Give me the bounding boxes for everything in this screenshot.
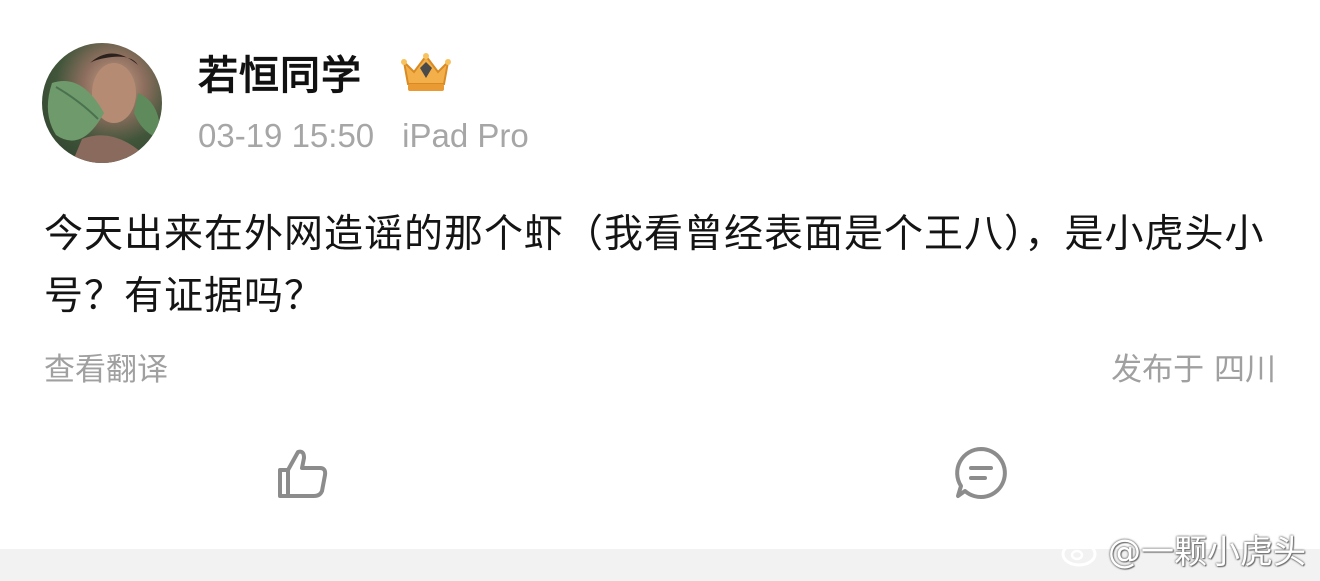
author-name[interactable]: 若恒同学 bbox=[198, 52, 362, 100]
post-meta: 03-19 15:50 iPad Pro bbox=[198, 116, 529, 156]
thumbs-up-icon[interactable] bbox=[274, 444, 332, 502]
weibo-logo-icon bbox=[1061, 534, 1102, 567]
post-content: 今天出来在外网造谣的那个虾（我看曾经表面是个王八），是小虎头小号？有证据吗？ bbox=[44, 212, 1265, 319]
post-location: 发布于 四川 bbox=[1111, 352, 1276, 388]
translate-link[interactable]: 查看翻译 bbox=[44, 350, 168, 390]
watermark-text: @一颗小虎头 bbox=[1108, 532, 1306, 571]
post-device: iPad Pro bbox=[402, 117, 529, 154]
watermark: @一颗小虎头 bbox=[1060, 527, 1306, 571]
avatar-image bbox=[47, 53, 161, 163]
avatar[interactable] bbox=[42, 43, 162, 163]
post-card: 若恒同学 03-19 15:50 iPad Pro 今天出来在外网造谣的那个虾（我… bbox=[0, 0, 1320, 549]
crown-badge-icon[interactable] bbox=[398, 48, 454, 96]
comment-icon[interactable] bbox=[952, 444, 1010, 502]
post-time: 03-19 15:50 bbox=[198, 117, 375, 154]
